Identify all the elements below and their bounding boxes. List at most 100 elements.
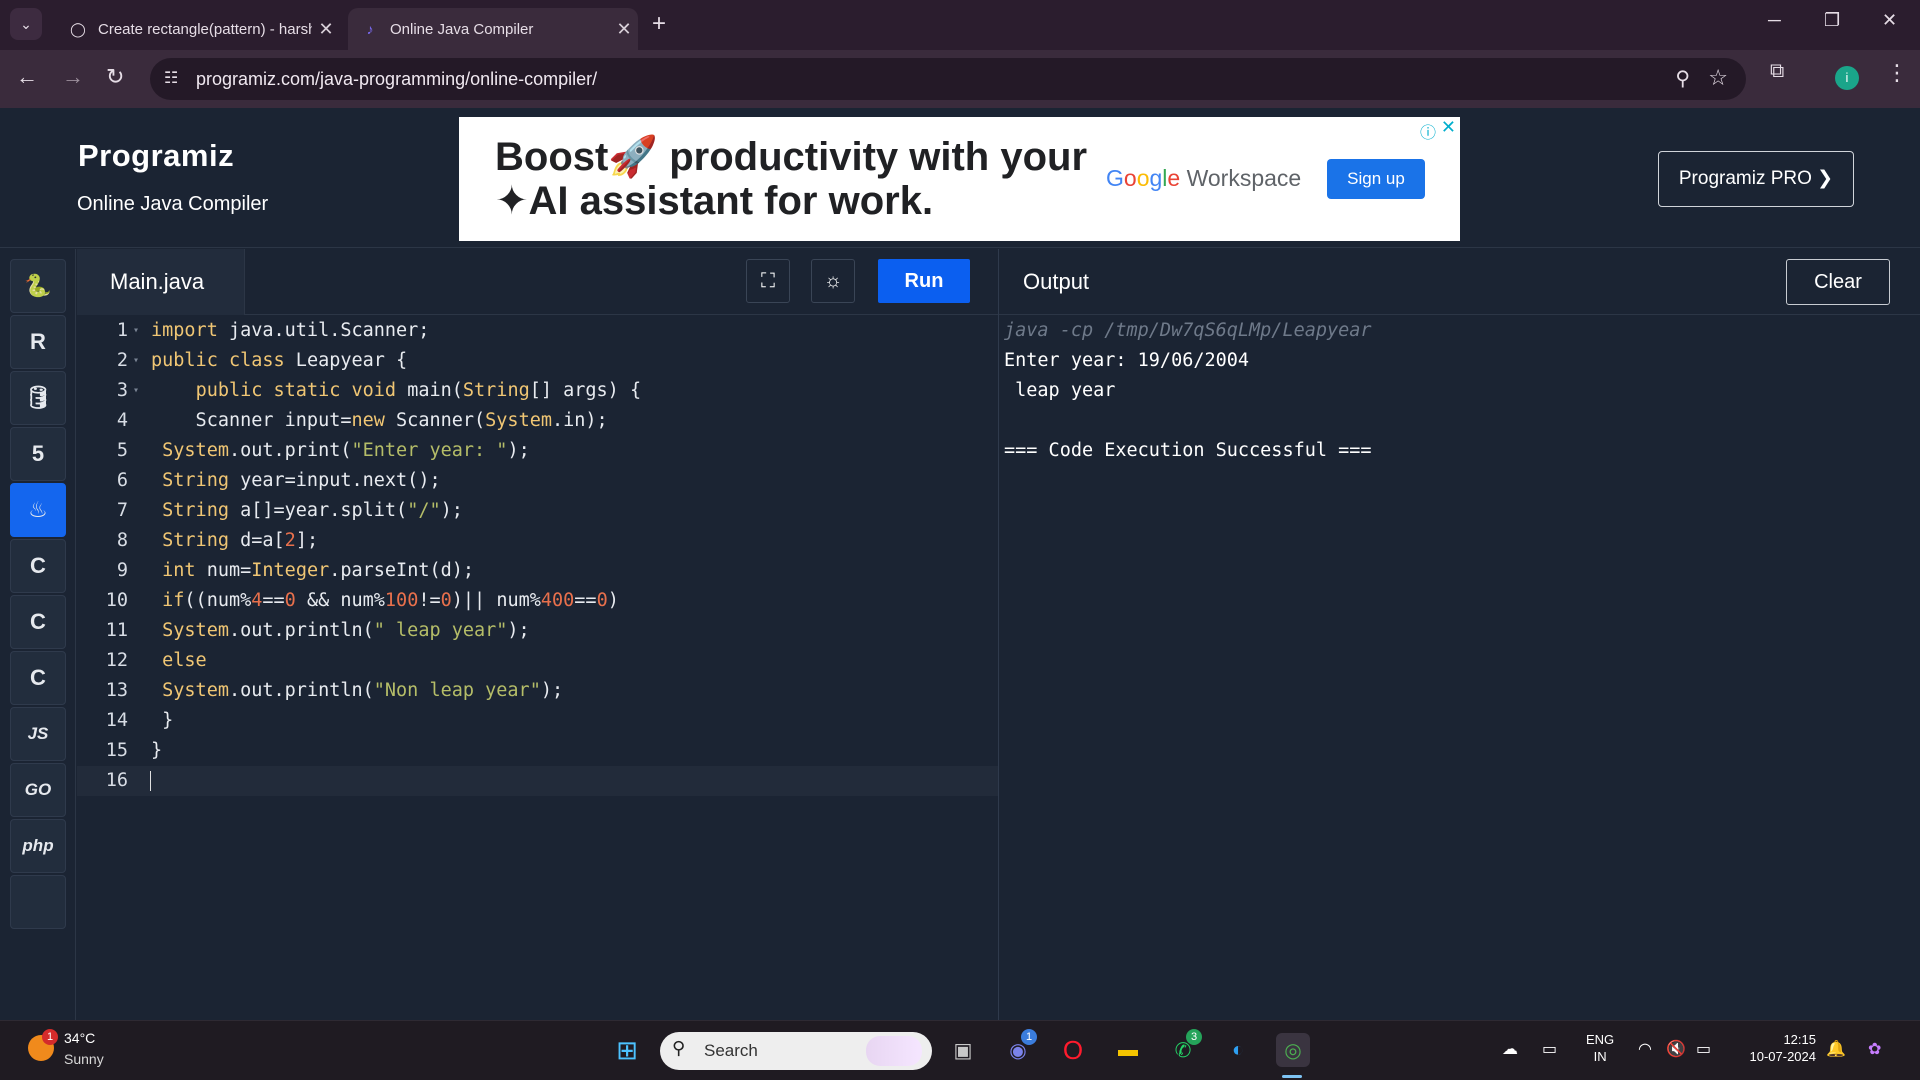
programiz-logo[interactable]: Programiz [78,138,234,174]
windows-start-icon[interactable]: ⊞ [610,1033,644,1067]
tab-close-icon[interactable]: ✕ [312,19,340,40]
google-workspace-logo: Google Workspace [1106,165,1302,191]
task-view-icon[interactable]: ▣ [946,1033,980,1067]
output-console: java -cp /tmp/Dw7qS6qLMp/Leapyear Enter … [1004,316,1914,466]
clear-button[interactable]: Clear [1786,259,1890,305]
file-explorer-icon[interactable]: ▬ [1111,1033,1145,1067]
weather-badge: 1 [42,1029,58,1045]
tablet-icon[interactable]: ▭ [1542,1039,1557,1059]
tab-close-icon[interactable]: ✕ [610,19,638,40]
code-line-current[interactable]: 16 [77,766,998,796]
page-header: Programiz Online Java Compiler Boost🚀 pr… [0,108,1920,248]
code-line[interactable]: 6 String year=input.next(); [77,466,998,496]
code-line[interactable]: 12 else [77,646,998,676]
code-line[interactable]: 8 String d=a[2]; [77,526,998,556]
python-icon[interactable]: 🐍 [10,259,66,313]
code-line[interactable]: 11 System.out.println(" leap year"); [77,616,998,646]
ad-signup-button[interactable]: Sign up [1327,159,1425,199]
c-lang-icon[interactable]: C [10,539,66,593]
programiz-pro-button[interactable]: Programiz PRO ❯ [1658,151,1854,207]
html5-icon[interactable]: 5 [10,427,66,481]
input-language[interactable]: ENG IN [1586,1031,1614,1065]
minimize-icon[interactable]: ─ [1768,10,1781,31]
back-icon[interactable]: ← [16,64,38,90]
code-line[interactable]: 15} [77,736,998,766]
more-language-icon[interactable] [10,875,66,929]
browser-tabstrip: ⌄ ◯ Create rectangle(pattern) - harsh ✕ … [0,0,1920,50]
opera-icon[interactable]: O [1056,1033,1090,1067]
code-line[interactable]: 13 System.out.println("Non leap year"); [77,676,998,706]
taskbar-search[interactable]: ⚲ Search [660,1032,932,1070]
search-placeholder: Search [704,1041,758,1060]
code-line[interactable]: 2 ▾ public class Leapyear { [77,346,998,376]
csharp-icon[interactable]: C [10,651,66,705]
ad-banner[interactable]: Boost🚀 productivity with your ✦AI assist… [459,117,1460,241]
restore-icon[interactable]: ❐ [1824,10,1840,31]
input-language-line1: ENG [1586,1032,1615,1047]
code-line[interactable]: 10 if((num%4==0 && num%100!=0)|| num%400… [77,586,998,616]
url-text[interactable]: programiz.com/java-programming/online-co… [196,69,597,90]
code-line[interactable]: 9 int num=Integer.parseInt(d); [77,556,998,586]
browser-tab-active[interactable]: ♪ Online Java Compiler ✕ [348,8,638,50]
ad-info-icon[interactable]: ⓘ [1420,119,1436,143]
weather-temperature[interactable]: 34°C [64,1030,95,1046]
output-line: Enter year: 19/06/2004 [1004,350,1250,371]
copilot-icon[interactable]: ✿ [1868,1039,1881,1059]
page-subtitle: Online Java Compiler [77,193,269,215]
fullscreen-icon[interactable]: ⛶ [746,259,790,303]
java-icon[interactable]: ♨ [10,483,66,537]
address-bar[interactable]: ☷ programiz.com/java-programming/online-… [150,58,1746,100]
browser-menu-icon[interactable]: ⋮ [1886,60,1908,86]
ad-close-icon[interactable]: ✕ [1441,117,1456,138]
ad-headline-line2: ✦AI assistant for work. [495,179,934,223]
code-line[interactable]: 3 ▾ public static void main(String[] args… [77,376,998,406]
extensions-icon[interactable]: ⧉ [1770,60,1784,83]
theme-toggle-icon[interactable]: ☼ [811,259,855,303]
php-icon[interactable]: php [10,819,66,873]
code-line[interactable]: 14 } [77,706,998,736]
bookmark-star-icon[interactable]: ☆ [1708,65,1728,91]
fold-arrow-icon[interactable]: ▾ [133,316,139,346]
ad-headline: Boost🚀 productivity with your ✦AI assist… [495,135,1087,223]
taskbar-clock[interactable]: 12:15 10-07-2024 [1736,1031,1817,1065]
javascript-icon[interactable]: JS [10,707,66,761]
reload-icon[interactable]: ↻ [106,64,124,90]
fold-arrow-icon[interactable]: ▾ [133,376,139,406]
code-editor[interactable]: 1 ▾ import java.util.Scanner; 2 ▾ public cla… [77,316,998,1020]
text-caret [150,771,151,791]
chrome-icon[interactable]: ◎ [1276,1033,1310,1067]
tab-search-dropdown-icon[interactable]: ⌄ [10,8,42,40]
onedrive-icon[interactable]: ☁ [1502,1039,1518,1059]
go-icon[interactable]: GO [10,763,66,817]
close-window-icon[interactable]: ✕ [1882,10,1897,31]
sql-database-icon[interactable]: 🛢 [10,371,66,425]
speaker-muted-icon[interactable]: 🔇 [1666,1039,1686,1059]
ad-headline-line1: Boost🚀 productivity with your [495,135,1088,179]
wifi-icon[interactable]: ◠ [1638,1039,1652,1059]
teams-badge: 1 [1021,1029,1037,1045]
code-line[interactable]: 7 String a[]=year.split("/"); [77,496,998,526]
code-line[interactable]: 1 ▾ import java.util.Scanner; [77,316,998,346]
code-line[interactable]: 4 Scanner input=new Scanner(System.in); [77,406,998,436]
run-button[interactable]: Run [878,259,970,303]
fold-arrow-icon[interactable]: ▾ [133,346,139,376]
forward-icon[interactable]: → [62,64,84,90]
tab-title: Create rectangle(pattern) - harsh [98,20,312,38]
battery-icon[interactable]: ▭ [1696,1039,1711,1059]
browser-toolbar: ← → ↻ ☷ programiz.com/java-programming/o… [0,50,1920,108]
edge-icon[interactable]: ◐ [1221,1033,1255,1067]
panel-divider[interactable] [998,249,999,1020]
profile-avatar[interactable]: i [1835,66,1859,90]
notification-bell-icon[interactable]: 🔔 [1826,1039,1846,1059]
cpp-icon[interactable]: C [10,595,66,649]
code-line[interactable]: 5 System.out.print("Enter year: "); [77,436,998,466]
file-tab-main-java[interactable]: Main.java [77,249,245,315]
windows-taskbar: 1 34°C Sunny ⊞ ⚲ Search ▣ ◉ 1 O ▬ ✆ 3 ◐ … [0,1020,1920,1080]
site-info-icon[interactable]: ☷ [164,68,178,88]
zoom-icon[interactable]: ⚲ [1675,66,1690,91]
weather-condition[interactable]: Sunny [64,1051,104,1067]
programiz-favicon-icon: ♪ [366,21,374,37]
r-lang-icon[interactable]: R [10,315,66,369]
new-tab-icon[interactable]: + [652,10,666,38]
browser-tab-inactive[interactable]: ◯ Create rectangle(pattern) - harsh ✕ [56,8,340,50]
